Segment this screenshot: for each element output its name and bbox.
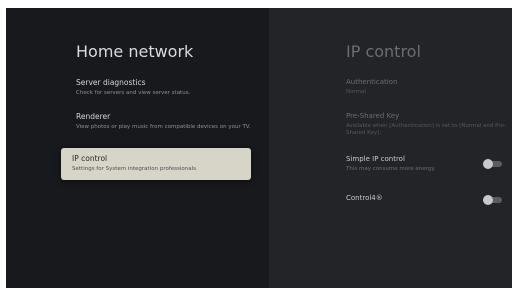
toggle-knob xyxy=(483,195,493,205)
simple-ip-control-toggle[interactable] xyxy=(483,159,503,169)
menu-item-description: Check for servers and view server status… xyxy=(76,90,191,96)
setting-value: Normal xyxy=(346,89,366,95)
menu-item-renderer[interactable]: Renderer View photos or play music from … xyxy=(76,112,256,131)
setting-control4[interactable]: Control4® xyxy=(346,194,506,202)
setting-description: This may consume more energy. xyxy=(346,166,436,172)
toggle-knob xyxy=(483,159,493,169)
menu-item-description: View photos or play music from compatibl… xyxy=(76,124,251,130)
setting-authentication: Authentication Normal xyxy=(346,78,506,96)
page-title: Home network xyxy=(76,42,194,61)
setting-label: Simple IP control xyxy=(346,155,405,163)
ip-control-panel: IP control Authentication Normal Pre-Sha… xyxy=(269,8,512,288)
menu-item-description: Settings for System integration professi… xyxy=(72,166,198,172)
setting-label: Authentication xyxy=(346,78,398,86)
control4-toggle[interactable] xyxy=(483,195,503,205)
setting-simple-ip-control[interactable]: Simple IP control This may consume more … xyxy=(346,155,506,173)
menu-item-ip-control[interactable]: IP control Settings for System integrati… xyxy=(61,148,251,180)
panel-title: IP control xyxy=(346,42,421,61)
setting-description: Available when [Authentication] is set t… xyxy=(346,123,506,136)
menu-item-label: Renderer xyxy=(76,112,111,121)
setting-label: Pre-Shared Key xyxy=(346,112,400,120)
menu-item-label: Server diagnostics xyxy=(76,78,146,87)
menu-item-server-diagnostics[interactable]: Server diagnostics Check for servers and… xyxy=(76,78,256,97)
home-network-menu: Home network Server diagnostics Check fo… xyxy=(6,8,269,288)
menu-item-label: IP control xyxy=(72,154,108,163)
setting-label: Control4® xyxy=(346,194,383,202)
setting-pre-shared-key: Pre-Shared Key Available when [Authentic… xyxy=(346,112,506,137)
tv-screen: Home network Server diagnostics Check fo… xyxy=(6,8,512,288)
